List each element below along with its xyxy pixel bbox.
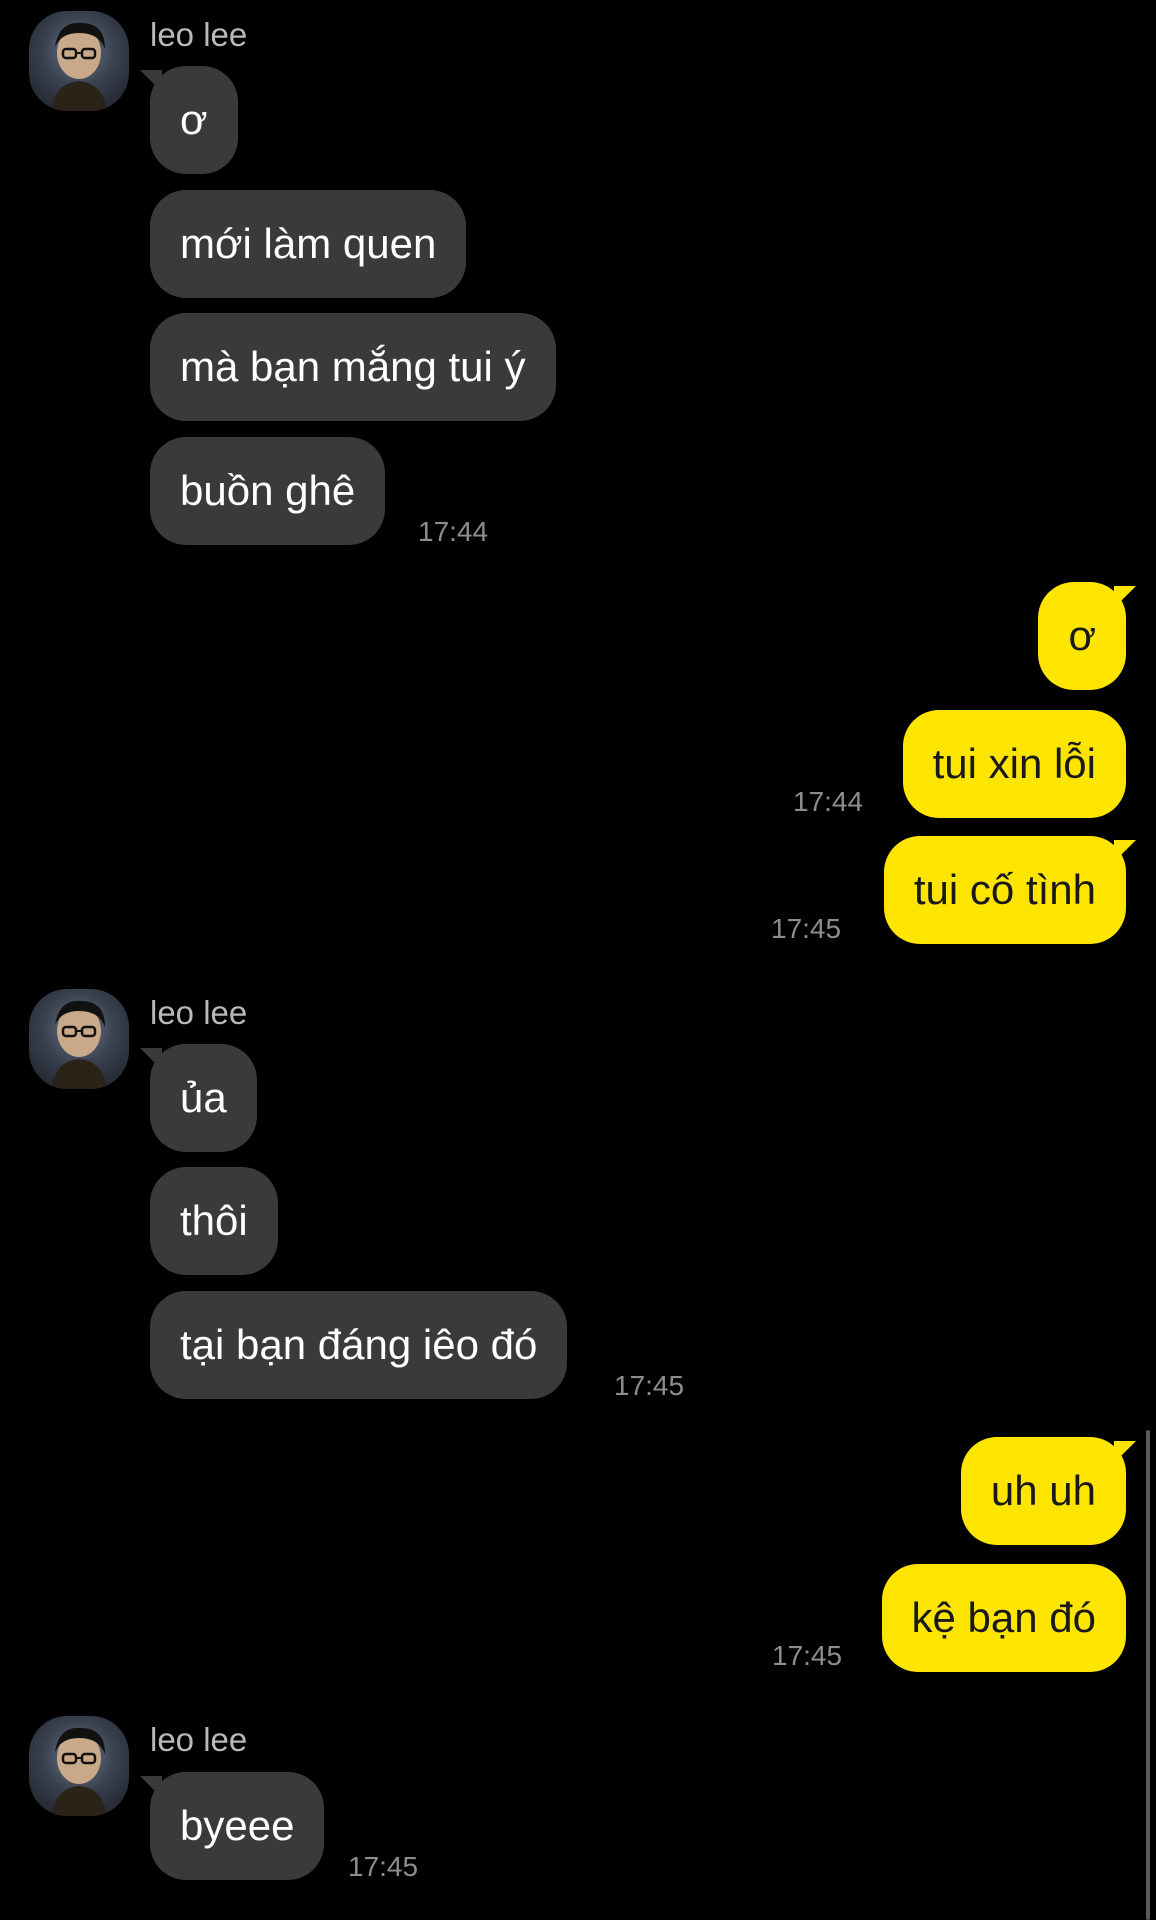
message-bubble[interactable]: ơ	[140, 66, 238, 174]
message-bubble[interactable]: kệ bạn đó	[881, 1564, 1126, 1672]
profile-photo-icon	[51, 22, 107, 111]
message-bubble[interactable]: byeee	[139, 1772, 325, 1880]
profile-photo-icon	[51, 1000, 107, 1089]
avatar[interactable]	[29, 11, 129, 111]
profile-photo-icon	[51, 1727, 107, 1816]
message-bubble[interactable]: tui xin lỗi	[902, 710, 1126, 818]
message-bubble[interactable]: tui cố tình	[883, 836, 1137, 944]
message-bubble[interactable]: tại bạn đáng iêo đó	[150, 1291, 568, 1399]
message-bubble[interactable]: ơ	[1038, 582, 1136, 690]
message-bubble[interactable]: thôi	[150, 1167, 278, 1275]
message-bubble[interactable]: uh uh	[960, 1437, 1137, 1545]
message-bubble[interactable]: mới làm quen	[150, 190, 467, 298]
sender-name: leo lee	[150, 994, 248, 1031]
message-bubble[interactable]: ủa	[140, 1044, 257, 1152]
message-timestamp: 17:44	[418, 516, 489, 547]
message-bubble[interactable]: mà bạn mắng tui ý	[150, 313, 556, 421]
sender-name: leo lee	[150, 16, 248, 53]
message-timestamp: 17:45	[772, 1640, 843, 1671]
message-bubble[interactable]: buồn ghê	[150, 437, 386, 545]
avatar[interactable]	[29, 1716, 129, 1816]
avatar[interactable]	[29, 989, 129, 1089]
message-timestamp: 17:45	[614, 1370, 685, 1401]
message-timestamp: 17:44	[793, 786, 864, 817]
scrollbar[interactable]	[1146, 1430, 1150, 1920]
sender-name: leo lee	[150, 1721, 248, 1758]
message-timestamp: 17:45	[348, 1851, 419, 1882]
message-timestamp: 17:45	[771, 913, 842, 944]
